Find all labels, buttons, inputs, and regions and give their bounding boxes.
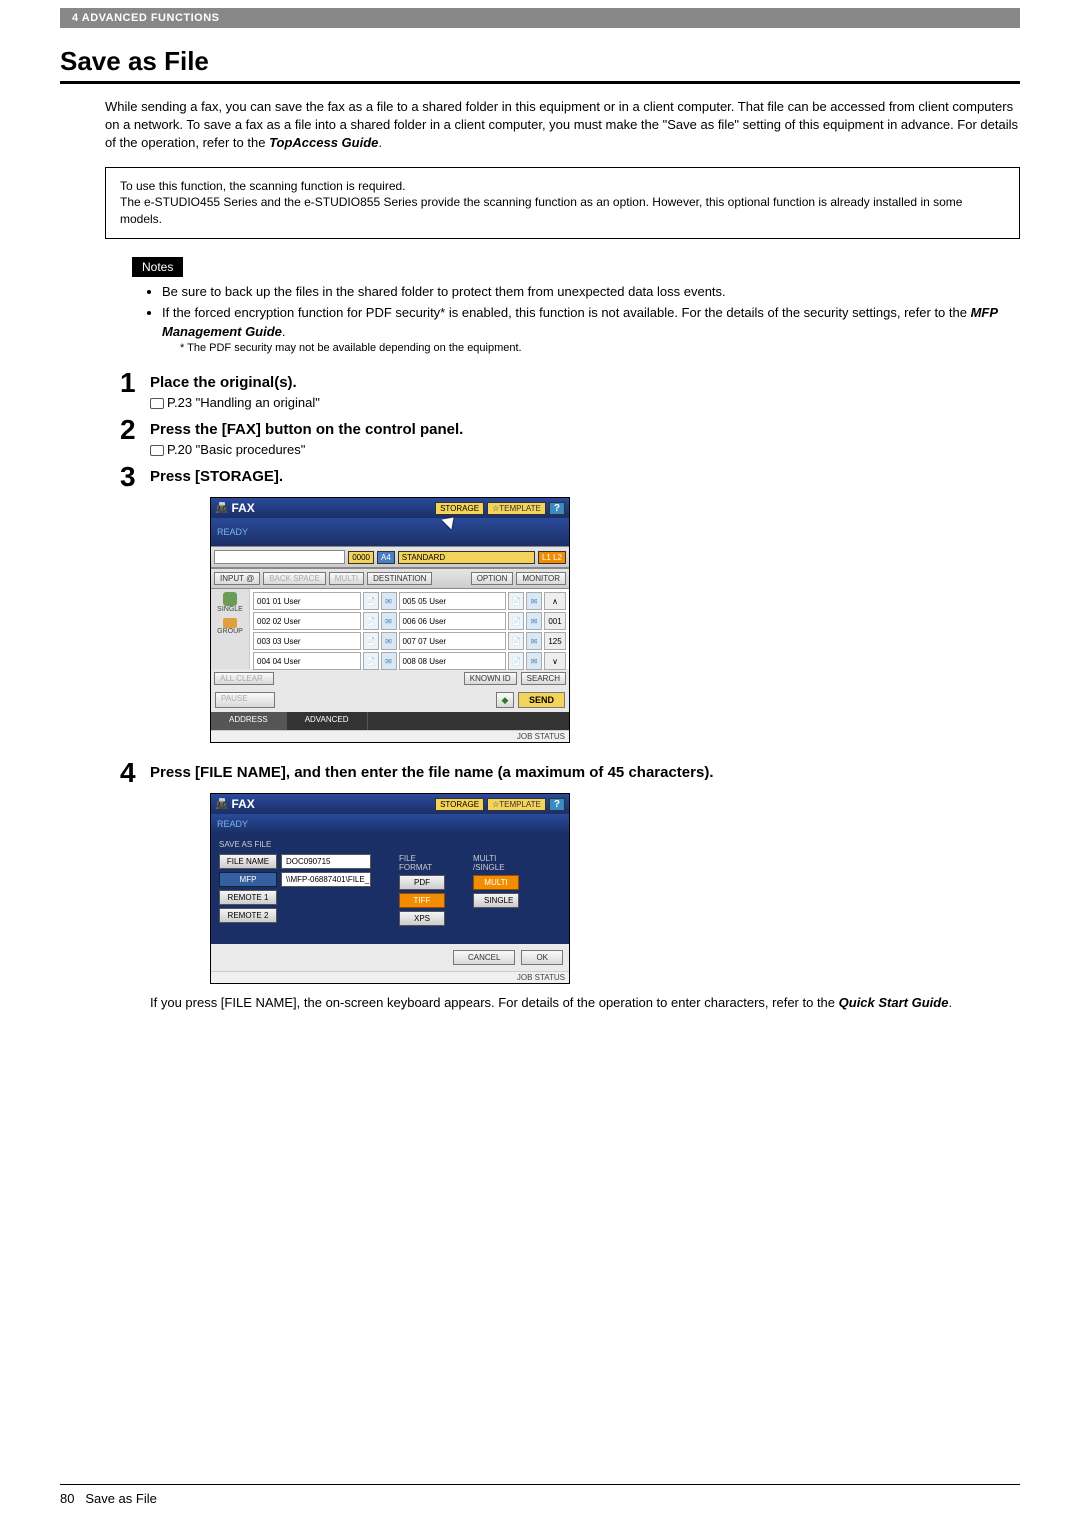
storage-button[interactable]: STORAGE [435, 502, 484, 515]
knownid-button[interactable]: KNOWN ID [464, 672, 517, 685]
jobstatus-button[interactable]: JOB STATUS [211, 730, 569, 742]
destination-button[interactable]: DESTINATION [367, 572, 432, 585]
backspace-button[interactable]: BACK SPACE [263, 572, 326, 585]
ref-topaccess: TopAccess Guide [269, 135, 378, 150]
page-number: 80 [60, 1491, 74, 1506]
user-cell[interactable]: 007 07 User [399, 632, 507, 650]
pause-button[interactable]: PAUSE [215, 692, 275, 708]
search-button[interactable]: SEARCH [521, 672, 566, 685]
page-title: Save as File [60, 46, 1020, 77]
back-icon[interactable]: ◆ [496, 692, 514, 708]
footer-title: Save as File [85, 1491, 157, 1506]
user-cell[interactable]: 001 01 User [253, 592, 361, 610]
user-grid: 001 01 User📄✉ 005 05 User📄✉ ∧ 002 02 Use… [249, 589, 569, 669]
step-1: 1 Place the original(s). P.23 "Handling … [120, 369, 1020, 410]
cancel-button[interactable]: CANCEL [453, 950, 515, 965]
mfp-field[interactable]: \\MFP-06887401\FILE_ [281, 872, 371, 887]
user-cell[interactable]: 004 04 User [253, 652, 361, 670]
ok-button[interactable]: OK [521, 950, 563, 965]
xps-option[interactable]: XPS [399, 911, 445, 926]
single-option[interactable]: SINGLE [473, 893, 519, 908]
page-footer: 80 Save as File [60, 1484, 1020, 1506]
user-cell[interactable]: 006 06 User [399, 612, 507, 630]
option-button[interactable]: OPTION [471, 572, 514, 585]
ss-titlebar: 📠 FAX STORAGE ☆TEMPLATE ? [211, 794, 569, 814]
user-cell[interactable]: 002 02 User [253, 612, 361, 630]
fax-icon: 📠 [215, 503, 227, 514]
chapter-label: 4 ADVANCED FUNCTIONS [72, 12, 220, 24]
tiff-option[interactable]: TIFF [399, 893, 445, 908]
fax-icon: 📠 [215, 799, 227, 810]
notes-section: Notes Be sure to back up the files in th… [60, 257, 1020, 357]
notes-list: Be sure to back up the files in the shar… [148, 283, 1020, 357]
title-underline [60, 81, 1020, 84]
standard-badge: STANDARD [398, 551, 535, 564]
template-button[interactable]: ☆TEMPLATE [487, 502, 546, 515]
allclear-button[interactable]: ALL CLEAR [214, 672, 274, 685]
note-footnote: * The PDF security may not be available … [180, 341, 1020, 357]
step-3: 3 Press [STORAGE]. 📠 FAX STORAGE ☆TEMPLA… [120, 463, 1020, 753]
chapter-header: 4 ADVANCED FUNCTIONS [60, 8, 1020, 28]
counter-badge: 0000 [348, 551, 374, 564]
pdf-option[interactable]: PDF [399, 875, 445, 890]
ref-quickstart: Quick Start Guide [839, 995, 949, 1010]
screenshot-save-as-file: 📠 FAX STORAGE ☆TEMPLATE ? READY SAVE AS … [210, 793, 570, 984]
group-icon[interactable] [223, 618, 237, 628]
send-button[interactable]: SEND [518, 692, 565, 708]
multi-button[interactable]: MULTI [329, 572, 364, 585]
saf-title: SAVE AS FILE [219, 840, 561, 849]
filename-button[interactable]: FILE NAME [219, 854, 277, 869]
user-cell[interactable]: 008 08 User [399, 652, 507, 670]
fileformat-label: FILE FORMAT [399, 854, 445, 872]
storage-button[interactable]: STORAGE [435, 798, 484, 811]
note-item: Be sure to back up the files in the shar… [162, 283, 1020, 302]
line-badge: L1 L2 [538, 551, 566, 564]
step4-note: If you press [FILE NAME], the on-screen … [150, 994, 1020, 1012]
monitor-button[interactable]: MONITOR [516, 572, 566, 585]
info-box: To use this function, the scanning funct… [105, 167, 1020, 239]
screenshot-fax-main: 📠 FAX STORAGE ☆TEMPLATE ? READY 0000 A4 … [210, 497, 570, 743]
help-button[interactable]: ? [549, 502, 565, 515]
side-tabs: SINGLE GROUP [211, 589, 249, 669]
status-ready: READY [211, 814, 569, 834]
step-2: 2 Press the [FAX] button on the control … [120, 416, 1020, 457]
filename-field[interactable]: DOC090715 [281, 854, 371, 869]
remote2-button[interactable]: REMOTE 2 [219, 908, 277, 923]
note-item: If the forced encryption function for PD… [162, 304, 1020, 358]
book-icon [150, 445, 164, 456]
tab-address[interactable]: ADDRESS [211, 712, 287, 730]
step-4: 4 Press [FILE NAME], and then enter the … [120, 759, 1020, 1012]
status-ready: READY [211, 518, 569, 546]
multi-option[interactable]: MULTI [473, 875, 519, 890]
remote1-button[interactable]: REMOTE 1 [219, 890, 277, 905]
input-button[interactable]: INPUT @ [214, 572, 260, 585]
scroll-up[interactable]: ∧ [544, 592, 566, 610]
multisingle-label: MULTI /SINGLE [473, 854, 519, 872]
intro-paragraph: While sending a fax, you can save the fa… [105, 98, 1020, 153]
jobstatus-button[interactable]: JOB STATUS [211, 971, 569, 983]
help-button[interactable]: ? [549, 798, 565, 811]
ss-titlebar: 📠 FAX STORAGE ☆TEMPLATE ? [211, 498, 569, 518]
book-icon [150, 398, 164, 409]
tab-advanced[interactable]: ADVANCED [287, 712, 368, 730]
user-cell[interactable]: 005 05 User [399, 592, 507, 610]
user-cell[interactable]: 003 03 User [253, 632, 361, 650]
mfp-button[interactable]: MFP [219, 872, 277, 887]
number-field[interactable] [214, 550, 345, 564]
single-icon[interactable] [223, 592, 237, 606]
size-badge: A4 [377, 551, 395, 564]
template-button[interactable]: ☆TEMPLATE [487, 798, 546, 811]
scroll-down[interactable]: ∨ [544, 652, 566, 670]
notes-label: Notes [132, 257, 183, 277]
